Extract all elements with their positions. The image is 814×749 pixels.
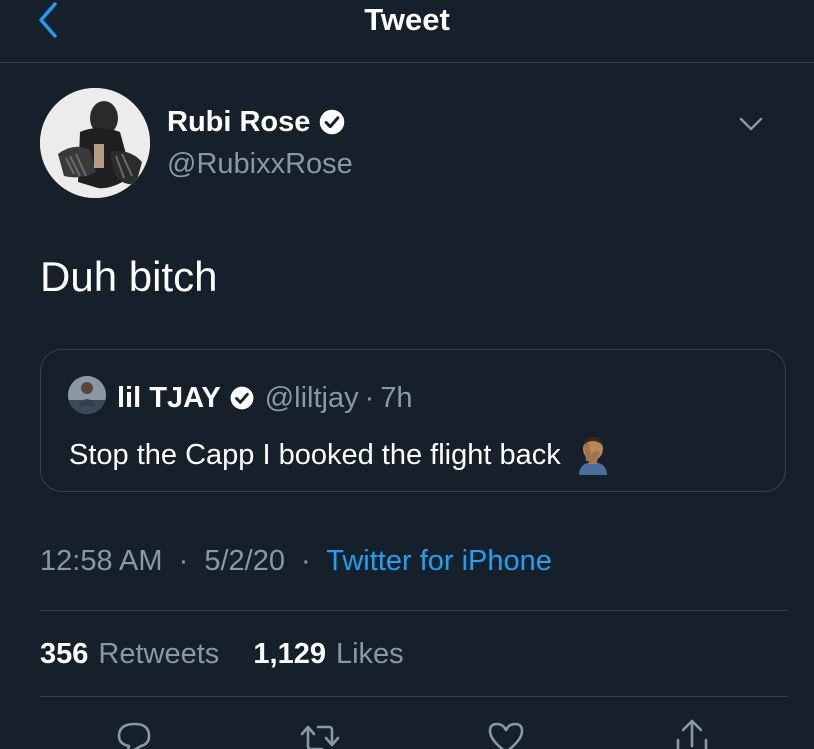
meta-dot-2: ·: [301, 545, 311, 577]
retweets-label: Retweets: [98, 638, 220, 670]
retweets-count: 356: [40, 638, 89, 670]
tweet-date: 5/2/20: [204, 545, 285, 577]
meta-dot: ·: [178, 545, 189, 577]
author-handle[interactable]: @RubixxRose: [167, 146, 353, 182]
author-name[interactable]: Rubi Rose: [167, 104, 346, 140]
likes-count: 1,129: [253, 638, 326, 670]
retweet-button[interactable]: [298, 716, 342, 749]
like-button[interactable]: [484, 716, 528, 749]
reply-icon: [117, 722, 151, 749]
facepalm-icon: [578, 437, 607, 475]
likes-stat[interactable]: 1,129 Likes: [253, 638, 403, 670]
divider: [40, 610, 788, 611]
tweet-detail-screen: Tweet Rubi Rose @RubixxRose Duh bitch li…: [0, 0, 814, 749]
quoted-avatar-image: [68, 376, 106, 414]
quoted-tweet-text: Stop the Capp I booked the flight back: [69, 439, 561, 471]
quoted-author-name[interactable]: lil TJAY: [117, 380, 221, 416]
tweet-timestamp-row: 12:58 AM · 5/2/20 · Twitter for iPhone: [40, 543, 552, 579]
likes-label: Likes: [335, 638, 404, 670]
quoted-tweet-card[interactable]: lil TJAY @liltjay · 7h Stop the Capp I b…: [40, 349, 786, 492]
share-icon: [676, 719, 708, 749]
verified-badge-icon: [230, 386, 254, 410]
page-title: Tweet: [364, 2, 450, 37]
chevron-down-icon: [739, 117, 763, 131]
quoted-tweet-text-row: Stop the Capp I booked the flight back: [69, 435, 613, 475]
verified-badge-icon: [320, 109, 345, 135]
tweet-stats: 356 Retweets 1,129 Likes: [40, 636, 404, 672]
quoted-author-avatar[interactable]: [68, 376, 106, 414]
reply-button[interactable]: [113, 716, 157, 749]
top-bar: Tweet: [0, 0, 814, 63]
avatar-image: [40, 88, 150, 198]
tweet-options-button[interactable]: [737, 110, 765, 138]
tweet-text: Duh bitch: [40, 253, 218, 300]
author-avatar[interactable]: [40, 88, 150, 198]
author-name-text: Rubi Rose: [167, 106, 311, 138]
quoted-time: 7h: [380, 382, 413, 414]
retweets-stat[interactable]: 356 Retweets: [40, 638, 227, 670]
divider: [40, 696, 788, 697]
tweet-time: 12:58 AM: [40, 545, 163, 577]
retweet-icon: [300, 725, 340, 749]
quoted-tweet-header: lil TJAY @liltjay · 7h: [117, 380, 413, 416]
quoted-separator: ·: [364, 382, 375, 414]
share-button[interactable]: [670, 716, 714, 749]
quoted-author-handle[interactable]: @liltjay: [265, 380, 359, 416]
like-icon: [488, 722, 524, 749]
tweet-source-link[interactable]: Twitter for iPhone: [326, 545, 552, 577]
